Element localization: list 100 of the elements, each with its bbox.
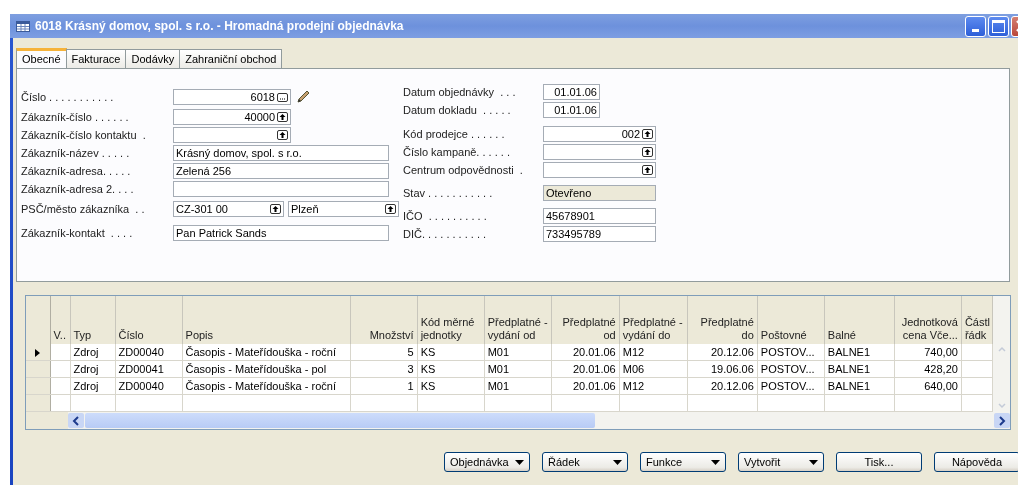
column-header[interactable]: Typ bbox=[70, 296, 115, 344]
pencil-icon[interactable] bbox=[295, 89, 311, 105]
table-cell: M01 bbox=[484, 360, 552, 378]
input-field[interactable]: 45678901 bbox=[543, 208, 656, 224]
table-cell bbox=[115, 394, 183, 412]
field-label: Zákazník-číslo . . . . . . bbox=[21, 111, 130, 123]
table-cell: Zdroj bbox=[70, 377, 115, 395]
column-header[interactable]: Číslo bbox=[115, 296, 183, 344]
input-field[interactable]: 01.01.06 bbox=[543, 84, 600, 100]
field-label: Datum dokladu . . . . . bbox=[403, 104, 512, 116]
input-field[interactable] bbox=[173, 127, 291, 143]
column-header[interactable]: Předplatné - vydání od bbox=[484, 296, 552, 344]
field-label: Zákazník-kontakt . . . . bbox=[21, 227, 134, 239]
column-header[interactable]: Kód měrné jednotky bbox=[417, 296, 485, 344]
caret-icon bbox=[613, 459, 622, 465]
column-header[interactable]: Předplatné - vydání do bbox=[619, 296, 688, 344]
menu-button[interactable]: Funkce bbox=[640, 452, 726, 472]
lookup-button[interactable] bbox=[642, 129, 653, 139]
table-cell: M06 bbox=[619, 360, 688, 378]
minimize-button[interactable] bbox=[965, 15, 986, 37]
maximize-button[interactable] bbox=[988, 15, 1009, 37]
input-field[interactable]: Krásný domov, spol. s r.o. bbox=[173, 145, 389, 161]
lookup-button[interactable] bbox=[277, 112, 288, 122]
lookup-button[interactable] bbox=[642, 147, 653, 157]
column-header[interactable]: Poštovné bbox=[757, 296, 825, 344]
input-field[interactable]: 6018 bbox=[173, 89, 291, 105]
input-field[interactable]: 002 bbox=[543, 126, 656, 142]
table-cell bbox=[961, 377, 993, 395]
button[interactable]: Tisk... bbox=[836, 452, 922, 472]
row-selector[interactable] bbox=[26, 344, 50, 361]
input-field[interactable]: CZ-301 00 bbox=[173, 201, 284, 217]
scroll-thumb[interactable] bbox=[85, 413, 595, 428]
column-header[interactable]: V.. bbox=[50, 296, 70, 344]
button[interactable]: Nápověda bbox=[934, 452, 1018, 472]
input-field[interactable]: Zelená 256 bbox=[173, 163, 389, 179]
field-label: Zákazník-název . . . . . bbox=[21, 147, 131, 159]
column-header[interactable]: Popis bbox=[182, 296, 351, 344]
caret-icon bbox=[515, 459, 524, 465]
table-cell bbox=[417, 394, 485, 412]
column-header[interactable]: Předplatné do bbox=[687, 296, 758, 344]
horizontal-scrollbar[interactable] bbox=[68, 412, 1010, 429]
input-field[interactable]: 733495789 bbox=[543, 226, 656, 242]
lookup-button[interactable] bbox=[385, 204, 396, 214]
input-field[interactable]: 01.01.06 bbox=[543, 102, 600, 118]
scroll-right-button[interactable] bbox=[994, 413, 1010, 428]
column-header[interactable]: Množství bbox=[350, 296, 418, 344]
column-header[interactable]: Částl řádk bbox=[961, 296, 993, 344]
scrollbar-corner bbox=[26, 412, 68, 429]
tab[interactable]: Fakturace bbox=[65, 49, 127, 68]
field-label: Zákazník-adresa 2. . . . bbox=[21, 183, 135, 195]
table-cell bbox=[484, 394, 552, 412]
input-field[interactable] bbox=[543, 144, 656, 160]
lookup-button[interactable] bbox=[642, 165, 653, 175]
table-cell bbox=[757, 394, 825, 412]
menu-button[interactable]: Řádek bbox=[542, 452, 628, 472]
table-cell bbox=[70, 394, 115, 412]
table-cell bbox=[824, 394, 895, 412]
field-label: Centrum odpovědnosti . bbox=[403, 164, 524, 176]
table-cell: KS bbox=[417, 360, 485, 378]
table-cell: M12 bbox=[619, 344, 688, 361]
input-field[interactable] bbox=[543, 162, 656, 178]
lookup-button[interactable] bbox=[270, 204, 281, 214]
table-cell bbox=[894, 394, 962, 412]
table-icon bbox=[16, 20, 30, 32]
field-label: Zákazník-adresa. . . . . bbox=[21, 165, 132, 177]
table-cell: 1 bbox=[350, 377, 418, 395]
table-cell: M12 bbox=[619, 377, 688, 395]
input-field[interactable]: Plzeň bbox=[288, 201, 399, 217]
input-field[interactable]: 40000 bbox=[173, 109, 291, 125]
caret-icon bbox=[809, 459, 818, 465]
field-label: Kód prodejce . . . . . . bbox=[403, 128, 506, 140]
table-cell: 19.06.06 bbox=[687, 360, 758, 378]
table-cell: POSTOV... bbox=[757, 344, 825, 361]
tab[interactable]: Dodávky bbox=[125, 49, 181, 68]
table-cell bbox=[961, 394, 993, 412]
table-cell: BALNE1 bbox=[824, 360, 895, 378]
column-header[interactable]: Balné bbox=[824, 296, 895, 344]
input-field[interactable] bbox=[173, 181, 389, 197]
field-label: Stav . . . . . . . . . . . bbox=[403, 187, 494, 199]
tab[interactable]: Zahraniční obchod bbox=[179, 49, 283, 68]
scroll-left-button[interactable] bbox=[68, 413, 84, 428]
table-cell bbox=[50, 377, 70, 395]
table-cell bbox=[50, 360, 70, 378]
input-field[interactable]: Pan Patrick Sands bbox=[173, 225, 389, 241]
field-label: Datum objednávky . . . bbox=[403, 86, 517, 98]
field-label: Číslo kampaně. . . . . . bbox=[403, 146, 511, 158]
table-cell: Časopis - Mateřídouška - roční bbox=[182, 377, 351, 395]
lookup-button[interactable] bbox=[277, 130, 288, 140]
column-header[interactable]: Předplatné od bbox=[551, 296, 620, 344]
table-cell: BALNE1 bbox=[824, 344, 895, 361]
ellipsis-button[interactable] bbox=[277, 92, 288, 102]
field-label: Číslo . . . . . . . . . . . bbox=[21, 91, 115, 103]
input-field: Otevřeno bbox=[543, 185, 656, 201]
menu-button[interactable]: Vytvořit bbox=[738, 452, 824, 472]
table-cell: 20.01.06 bbox=[551, 360, 620, 378]
table-cell: 20.12.06 bbox=[687, 344, 758, 361]
tab[interactable]: Obecné bbox=[16, 48, 67, 68]
menu-button[interactable]: Objednávka bbox=[444, 452, 530, 472]
field-label: PSČ/město zákazníka . . bbox=[21, 203, 146, 215]
column-header[interactable]: Jednotková cena Vče... bbox=[894, 296, 962, 344]
